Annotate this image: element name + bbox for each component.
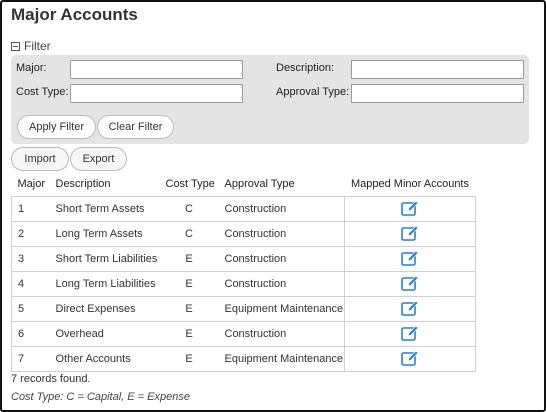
column-header-description[interactable]: Description	[50, 173, 160, 196]
edit-icon[interactable]	[401, 350, 419, 367]
cell-approval-type: Construction	[218, 270, 345, 297]
cell-mapped-minor-accounts	[344, 195, 476, 222]
cost-type-legend: Cost Type: C = Capital, E = Expense	[11, 391, 190, 403]
cell-cost-type: C	[159, 195, 219, 222]
table-row: 5 Direct Expenses E Equipment Maintenance	[11, 295, 476, 322]
column-header-approval-type[interactable]: Approval Type	[219, 173, 345, 196]
cell-description: Long Term Assets	[49, 220, 160, 247]
table-row: 2 Long Term Assets C Construction	[11, 220, 476, 247]
import-button[interactable]: Import	[11, 147, 69, 171]
cell-description: Direct Expenses	[49, 295, 160, 322]
description-label: Description:	[276, 62, 335, 74]
cell-mapped-minor-accounts	[344, 345, 476, 372]
cost-type-input[interactable]	[70, 84, 243, 103]
major-label: Major:	[16, 62, 47, 74]
cell-major: 4	[11, 270, 50, 297]
edit-icon[interactable]	[401, 325, 419, 342]
major-accounts-table: Major Description Cost Type Approval Typ…	[11, 173, 476, 372]
cell-cost-type: E	[159, 345, 219, 372]
table-row: 6 Overhead E Construction	[11, 320, 476, 347]
cell-mapped-minor-accounts	[344, 270, 476, 297]
column-header-mapped-minor-accounts: Mapped Minor Accounts	[350, 178, 469, 191]
column-header-cost-type[interactable]: Cost Type	[160, 173, 219, 196]
column-header-major[interactable]: Major	[12, 173, 50, 196]
filter-toggle-label: Filter	[24, 39, 51, 53]
cell-description: Other Accounts	[49, 345, 160, 372]
cell-major: 5	[11, 295, 50, 322]
edit-icon[interactable]	[401, 200, 419, 217]
cell-approval-type: Construction	[218, 195, 345, 222]
cell-mapped-minor-accounts	[344, 245, 476, 272]
description-input[interactable]	[351, 60, 524, 79]
cell-description: Short Term Liabilities	[49, 245, 160, 272]
cell-major: 3	[11, 245, 50, 272]
cell-mapped-minor-accounts	[344, 220, 476, 247]
filter-panel: Major: Description: Cost Type: Approval …	[11, 55, 529, 144]
cell-approval-type: Construction	[218, 320, 345, 347]
table-row: 4 Long Term Liabilities E Construction	[11, 270, 476, 297]
cell-approval-type: Construction	[218, 220, 345, 247]
filter-toggle[interactable]: Filter	[11, 39, 51, 53]
cell-cost-type: E	[159, 245, 219, 272]
cell-description: Long Term Liabilities	[49, 270, 160, 297]
cell-cost-type: E	[159, 295, 219, 322]
table-row: 7 Other Accounts E Equipment Maintenance	[11, 345, 476, 372]
approval-type-label: Approval Type:	[276, 86, 350, 98]
cell-mapped-minor-accounts	[344, 320, 476, 347]
table-row: 1 Short Term Assets C Construction	[11, 195, 476, 222]
clear-filter-button[interactable]: Clear Filter	[97, 115, 174, 139]
cell-description: Overhead	[49, 320, 160, 347]
cell-major: 1	[11, 195, 50, 222]
cell-approval-type: Equipment Maintenance	[218, 295, 345, 322]
approval-type-input[interactable]	[351, 84, 524, 103]
table-header-row: Major Description Cost Type Approval Typ…	[12, 173, 476, 196]
cell-cost-type: E	[159, 270, 219, 297]
cost-type-label: Cost Type:	[16, 86, 69, 98]
table-row: 3 Short Term Liabilities E Construction	[11, 245, 476, 272]
page-title: Major Accounts	[11, 5, 138, 24]
records-count: 7 records found.	[11, 373, 91, 385]
edit-icon[interactable]	[401, 275, 419, 292]
cell-major: 7	[11, 345, 50, 372]
export-button[interactable]: Export	[70, 147, 127, 171]
major-input[interactable]	[70, 60, 243, 79]
edit-icon[interactable]	[401, 250, 419, 267]
cell-cost-type: C	[159, 220, 219, 247]
cell-description: Short Term Assets	[49, 195, 160, 222]
cell-major: 2	[11, 220, 50, 247]
table-body: 1 Short Term Assets C Construction 2 Long Ter…	[11, 195, 476, 372]
cell-major: 6	[11, 320, 50, 347]
cell-approval-type: Equipment Maintenance	[218, 345, 345, 372]
cell-approval-type: Construction	[218, 245, 345, 272]
cell-cost-type: E	[159, 320, 219, 347]
edit-icon[interactable]	[401, 225, 419, 242]
cell-mapped-minor-accounts	[344, 295, 476, 322]
apply-filter-button[interactable]: Apply Filter	[17, 115, 96, 139]
collapse-icon[interactable]	[11, 41, 20, 51]
edit-icon[interactable]	[401, 300, 419, 317]
